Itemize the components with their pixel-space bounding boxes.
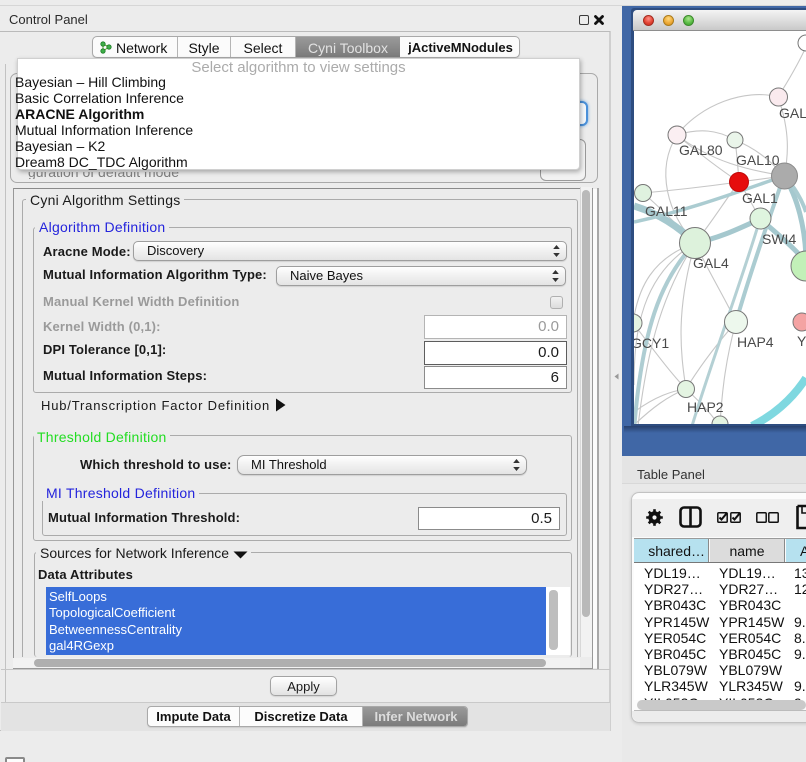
svg-text:HAP4: HAP4	[737, 334, 774, 350]
svg-text:GAL11: GAL11	[645, 203, 688, 219]
svg-text:HAP2: HAP2	[687, 399, 724, 415]
svg-text:SWI4: SWI4	[762, 231, 796, 247]
svg-text:GAL80: GAL80	[679, 142, 723, 158]
svg-text:GAL10: GAL10	[736, 152, 780, 168]
svg-text:GAL: GAL	[779, 105, 806, 121]
svg-text:GAL1: GAL1	[742, 190, 778, 206]
svg-text:GCY1: GCY1	[634, 335, 669, 351]
svg-text:Y: Y	[797, 333, 806, 349]
svg-text:GAL4: GAL4	[693, 255, 729, 271]
